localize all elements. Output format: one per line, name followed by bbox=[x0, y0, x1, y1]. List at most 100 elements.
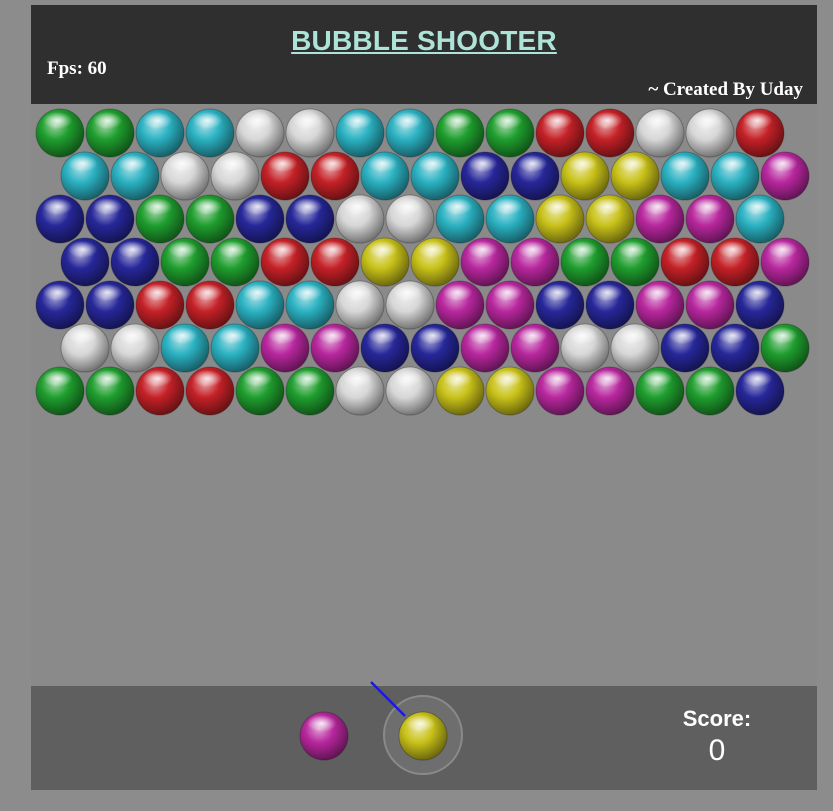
bubble-yellow bbox=[535, 194, 585, 244]
bubble-green bbox=[685, 366, 735, 416]
bubble-cyan bbox=[135, 108, 185, 158]
bubble-blue bbox=[235, 194, 285, 244]
bubble-green bbox=[435, 108, 485, 158]
bubble-red bbox=[735, 108, 785, 158]
bubble-cyan bbox=[185, 108, 235, 158]
bubble-red bbox=[535, 108, 585, 158]
bubble-blue bbox=[360, 323, 410, 373]
bubble-magenta bbox=[635, 280, 685, 330]
bubble-magenta bbox=[535, 366, 585, 416]
bubble-blue bbox=[585, 280, 635, 330]
bubble-white bbox=[285, 108, 335, 158]
credit-text: ~ Created By Uday bbox=[648, 79, 803, 100]
bubble-red bbox=[585, 108, 635, 158]
game-title: BUBBLE SHOOTER bbox=[291, 25, 557, 56]
bubble-white bbox=[635, 108, 685, 158]
bubble-red bbox=[710, 237, 760, 287]
bubble-red bbox=[185, 280, 235, 330]
bubble-red bbox=[135, 366, 185, 416]
bubble-yellow bbox=[435, 366, 485, 416]
bubble-white bbox=[560, 323, 610, 373]
current-bubble bbox=[398, 711, 448, 761]
bubble-magenta bbox=[685, 194, 735, 244]
bubble-yellow bbox=[410, 237, 460, 287]
bubble-magenta bbox=[460, 237, 510, 287]
bubble-green bbox=[210, 237, 260, 287]
bubble-cyan bbox=[235, 280, 285, 330]
next-bubble bbox=[299, 711, 349, 761]
bubble-cyan bbox=[335, 108, 385, 158]
bubble-green bbox=[610, 237, 660, 287]
game-header: BUBBLE SHOOTER Fps: 60 ~ Created By Uday bbox=[31, 5, 817, 104]
bubble-blue bbox=[460, 151, 510, 201]
game-frame: BUBBLE SHOOTER Fps: 60 ~ Created By Uday… bbox=[31, 5, 817, 790]
bubble-white bbox=[685, 108, 735, 158]
bubble-cyan bbox=[410, 151, 460, 201]
bubble-blue bbox=[535, 280, 585, 330]
bubble-white bbox=[160, 151, 210, 201]
bubble-cyan bbox=[385, 108, 435, 158]
bubble-cyan bbox=[735, 194, 785, 244]
bubble-green bbox=[185, 194, 235, 244]
bubble-white bbox=[210, 151, 260, 201]
bubble-blue bbox=[660, 323, 710, 373]
bubble-green bbox=[85, 108, 135, 158]
score-label: Score: bbox=[682, 706, 752, 731]
bottom-bar: Score: 0 bbox=[31, 681, 817, 790]
bubble-red bbox=[260, 151, 310, 201]
bubble-magenta bbox=[460, 323, 510, 373]
bubble-cyan bbox=[110, 151, 160, 201]
bubble-cyan bbox=[285, 280, 335, 330]
bubble-blue bbox=[35, 280, 85, 330]
bubble-green bbox=[35, 108, 85, 158]
bubble-green bbox=[285, 366, 335, 416]
bubble-white bbox=[385, 280, 435, 330]
bubble-magenta bbox=[635, 194, 685, 244]
bubble-magenta bbox=[435, 280, 485, 330]
bubble-white bbox=[610, 323, 660, 373]
bubble-magenta bbox=[260, 323, 310, 373]
bubble-green bbox=[235, 366, 285, 416]
bubble-cyan bbox=[160, 323, 210, 373]
bubble-red bbox=[185, 366, 235, 416]
bubble-green bbox=[635, 366, 685, 416]
bubble-magenta bbox=[585, 366, 635, 416]
bubble-yellow bbox=[360, 237, 410, 287]
bubble-blue bbox=[735, 280, 785, 330]
playfield[interactable] bbox=[31, 104, 817, 686]
bubble-red bbox=[310, 237, 360, 287]
bubble-yellow bbox=[485, 366, 535, 416]
bubble-green bbox=[135, 194, 185, 244]
bubble-cyan bbox=[210, 323, 260, 373]
bubble-blue bbox=[110, 237, 160, 287]
bubble-magenta bbox=[760, 151, 810, 201]
bubble-yellow bbox=[585, 194, 635, 244]
bubble-white bbox=[335, 194, 385, 244]
bubble-blue bbox=[510, 151, 560, 201]
bubble-cyan bbox=[710, 151, 760, 201]
bubble-cyan bbox=[660, 151, 710, 201]
bubble-blue bbox=[285, 194, 335, 244]
fps-counter: Fps: 60 bbox=[47, 58, 107, 79]
bubble-red bbox=[310, 151, 360, 201]
bubble-magenta bbox=[510, 237, 560, 287]
bubble-cyan bbox=[435, 194, 485, 244]
bubble-blue bbox=[710, 323, 760, 373]
bubble-green bbox=[760, 323, 810, 373]
bubble-blue bbox=[410, 323, 460, 373]
bubble-green bbox=[160, 237, 210, 287]
bubble-white bbox=[110, 323, 160, 373]
bubble-blue bbox=[35, 194, 85, 244]
bubble-green bbox=[560, 237, 610, 287]
bubble-white bbox=[335, 366, 385, 416]
bubble-green bbox=[35, 366, 85, 416]
bubble-grid bbox=[35, 108, 810, 416]
bubble-cyan bbox=[360, 151, 410, 201]
bubble-yellow bbox=[610, 151, 660, 201]
bubble-magenta bbox=[310, 323, 360, 373]
aim-line bbox=[370, 681, 406, 717]
bubble-yellow bbox=[560, 151, 610, 201]
bubble-red bbox=[260, 237, 310, 287]
bubble-blue bbox=[85, 280, 135, 330]
bubble-white bbox=[385, 366, 435, 416]
